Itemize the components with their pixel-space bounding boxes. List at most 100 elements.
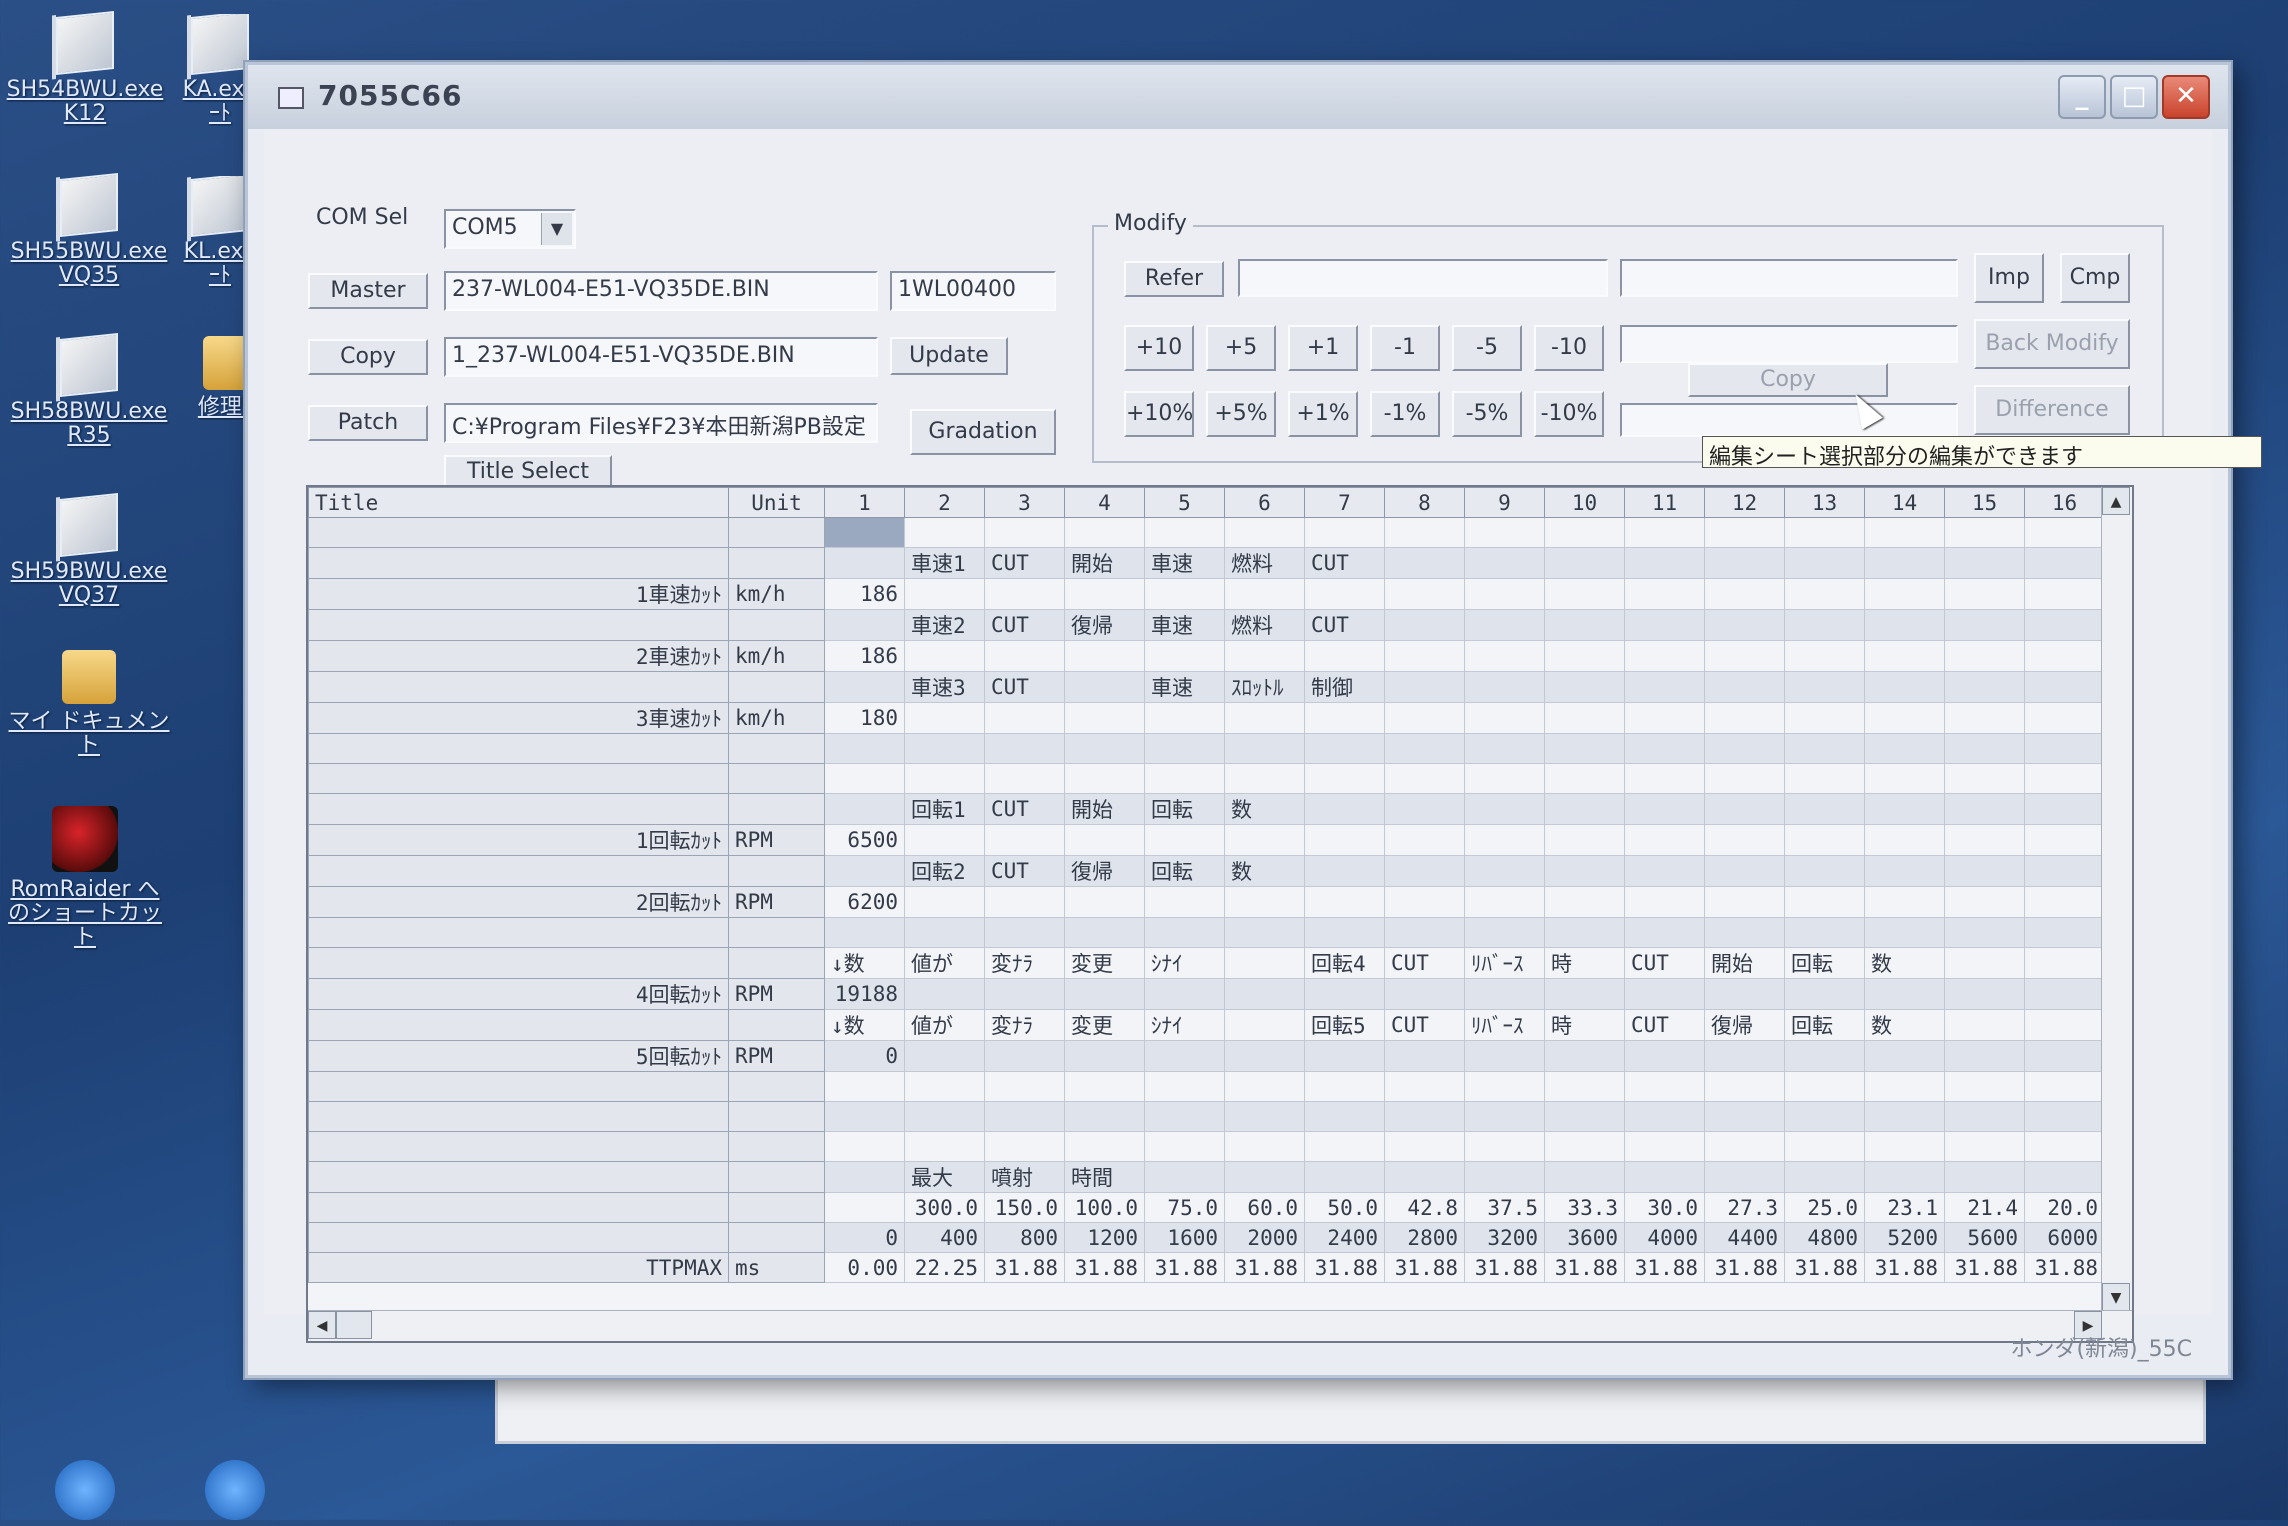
grid-cell[interactable]: CUT [984,547,1065,579]
grid-cell[interactable]: 回転 [1144,793,1225,825]
grid-cell[interactable] [984,733,1065,764]
grid-cell[interactable]: CUT [1624,1009,1705,1041]
grid-cell[interactable] [904,1131,985,1162]
grid-cell[interactable] [824,855,905,887]
grid-cell[interactable]: 車速3 [904,671,985,703]
grid-cell[interactable]: CUT [984,855,1065,887]
grid-cell[interactable] [1544,671,1625,703]
grid-cell[interactable] [1704,1161,1785,1193]
grid-cell[interactable]: CUT [1304,547,1385,579]
grid-cell[interactable] [1544,733,1625,764]
grid-cell[interactable] [1784,547,1865,579]
grid-cell[interactable] [1944,609,2025,641]
grid-cell[interactable] [1624,1071,1705,1102]
grid-cell[interactable] [1544,702,1625,734]
grid-cell[interactable] [1224,1009,1305,1041]
grid-cell[interactable] [1464,1101,1545,1132]
grid-cell[interactable] [1384,671,1465,703]
grid-cell[interactable] [1464,1071,1545,1102]
scroll-down-icon[interactable]: ▼ [2102,1283,2130,1311]
grid-cell[interactable] [824,917,905,948]
grid-cell[interactable] [1224,947,1305,979]
grid-cell[interactable]: 回転1 [904,793,985,825]
grid-cell[interactable] [1464,1131,1545,1162]
grid-cell[interactable]: 0 [824,1040,905,1072]
grid-cell[interactable] [1384,886,1465,918]
grid-cell[interactable] [1144,733,1225,764]
back-modify-button[interactable]: Back Modify [1974,319,2130,369]
grid-cell[interactable] [1864,1101,1945,1132]
grid-cell[interactable] [824,517,905,548]
grid-cell[interactable]: CUT [984,671,1065,703]
row-unit-cell[interactable] [728,733,825,764]
grid-cell[interactable]: 回転 [1144,855,1225,887]
gradation-button[interactable]: Gradation [910,409,1056,455]
grid-cell[interactable] [1944,793,2025,825]
grid-cell[interactable] [1144,578,1225,610]
grid-cell[interactable] [1464,763,1545,794]
grid-cell[interactable] [904,702,985,734]
row-title-cell[interactable]: 2回転ｶｯﾄ [308,886,729,918]
grid-cell[interactable]: 75.0 [1144,1192,1225,1223]
grid-cell[interactable] [1864,547,1945,579]
grid-cell[interactable]: 数 [1224,855,1305,887]
grid-cell[interactable] [1704,578,1785,610]
grid-cell[interactable]: 400 [904,1222,985,1253]
pct-plus-10-button[interactable]: +10% [1124,391,1194,437]
grid-cell[interactable] [1624,886,1705,918]
imp-button[interactable]: Imp [1974,253,2044,303]
grid-cell[interactable] [1944,1040,2025,1072]
grid-cell[interactable] [1464,733,1545,764]
grid-cell[interactable]: 31.88 [1304,1252,1385,1283]
grid-cell[interactable] [1304,824,1385,856]
row-title-cell[interactable] [308,947,729,979]
grid-cell[interactable] [1144,1071,1225,1102]
grid-cell[interactable] [1224,1101,1305,1132]
grid-cell[interactable] [1384,547,1465,579]
grid-cell[interactable] [1544,978,1625,1010]
grid-cell[interactable]: 変ﾅﾗ [984,1009,1065,1041]
grid-cell[interactable] [1704,855,1785,887]
desktop-icon-app[interactable] [150,1460,320,1526]
row-unit-cell[interactable] [728,671,825,703]
grid-cell[interactable] [984,517,1065,548]
grid-cell[interactable] [1704,763,1785,794]
grid-cell[interactable] [1064,1101,1145,1132]
grid-cell[interactable] [1784,824,1865,856]
grid-cell[interactable] [1464,978,1545,1010]
grid-cell[interactable] [2024,1071,2105,1102]
grid-cell[interactable] [1624,671,1705,703]
grid-cell[interactable] [1704,1071,1785,1102]
grid-cell[interactable] [904,824,985,856]
grid-cell[interactable] [1624,824,1705,856]
grid-cell[interactable]: 19188 [824,978,905,1010]
grid-cell[interactable] [1544,1040,1625,1072]
grid-cell[interactable]: 60.0 [1224,1192,1305,1223]
grid-cell[interactable]: 31.88 [1784,1252,1865,1283]
grid-cell[interactable]: 4800 [1784,1222,1865,1253]
grid-cell[interactable]: 21.4 [1944,1192,2025,1223]
grid-cell[interactable] [1144,1161,1225,1193]
grid-cell[interactable] [1704,1101,1785,1132]
row-title-cell[interactable] [308,763,729,794]
row-title-cell[interactable] [308,1161,729,1193]
grid-cell[interactable] [2024,947,2105,979]
inc-plus-1-button[interactable]: +1 [1288,325,1358,371]
inc-minus-10-button[interactable]: -10 [1534,325,1604,371]
grid-cell[interactable] [1224,1161,1305,1193]
grid-cell[interactable] [824,1071,905,1102]
grid-cell[interactable] [1064,917,1145,948]
grid-cell[interactable]: 時間 [1064,1161,1145,1193]
grid-cell[interactable] [1704,886,1785,918]
row-unit-cell[interactable] [728,917,825,948]
grid-cell[interactable] [1224,978,1305,1010]
grid-cell[interactable] [1144,1101,1225,1132]
row-unit-cell[interactable]: RPM [728,824,825,856]
grid-cell[interactable] [1624,578,1705,610]
row-unit-cell[interactable] [728,1071,825,1102]
grid-cell[interactable] [1704,547,1785,579]
chevron-down-icon[interactable]: ▼ [541,213,572,245]
grid-cell[interactable] [1624,978,1705,1010]
grid-cell[interactable] [1624,702,1705,734]
grid-cell[interactable] [1464,855,1545,887]
